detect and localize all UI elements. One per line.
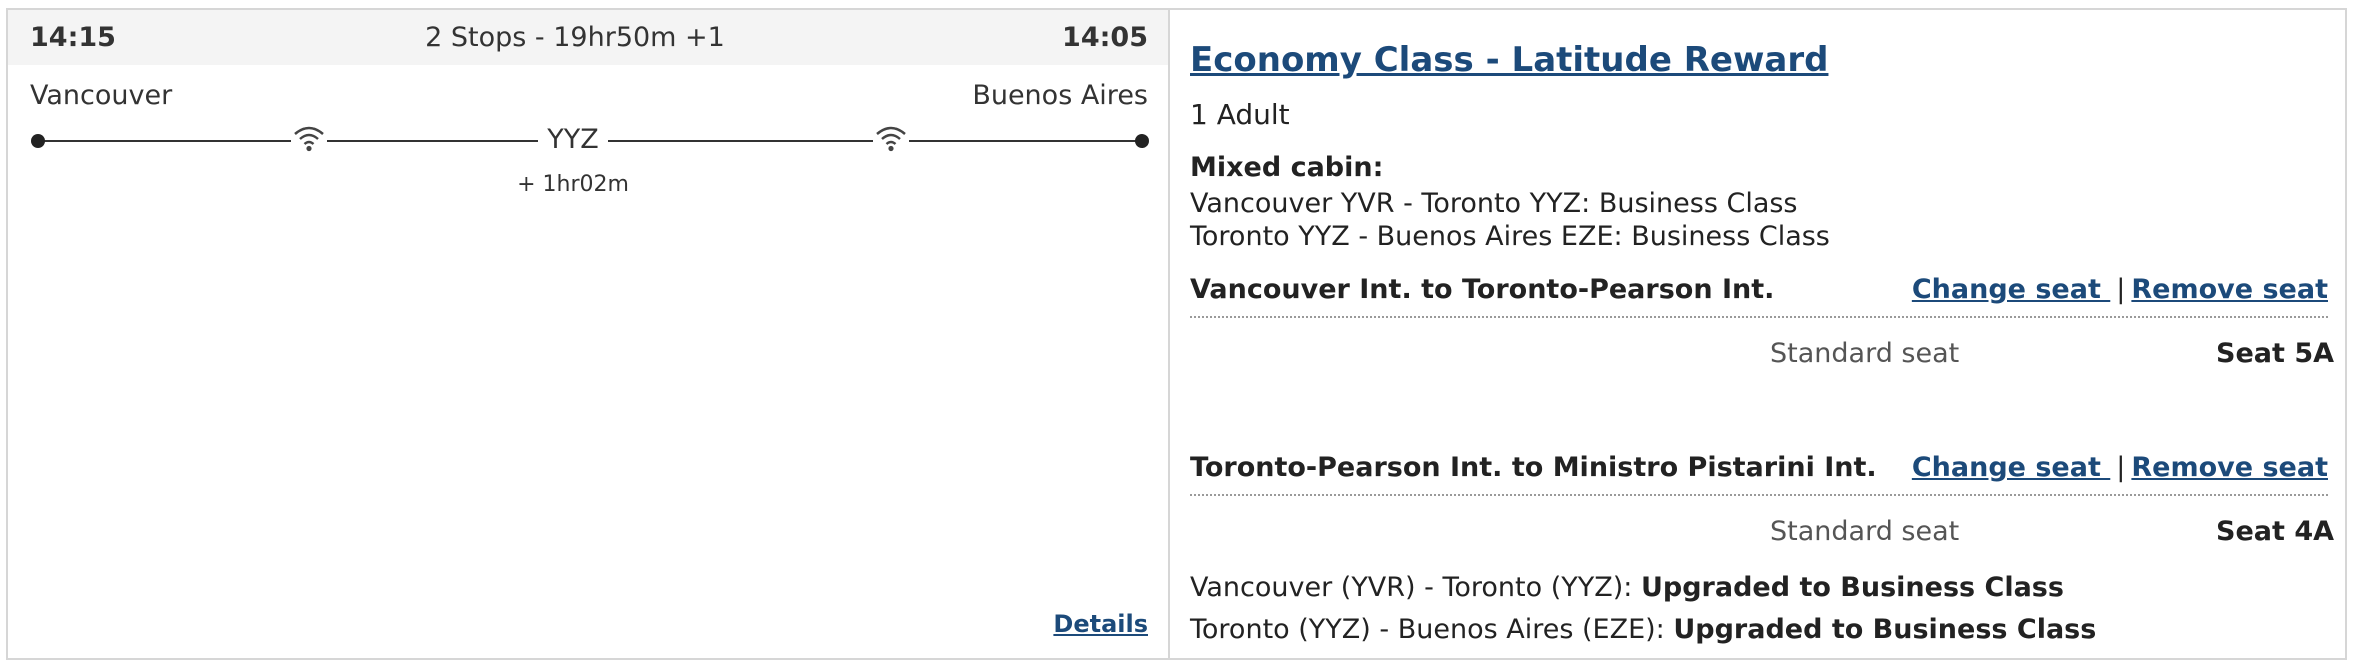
time-bar: 14:15 2 Stops - 19hr50m +1 14:05 [8, 10, 1168, 65]
layover-duration: + 1hr02m [517, 172, 629, 197]
itinerary-panel: 14:15 2 Stops - 19hr50m +1 14:05 Vancouv… [8, 10, 1168, 658]
action-separator: | [2116, 274, 2126, 305]
passenger-count: 1 Adult [1190, 98, 1290, 131]
wifi-icon [873, 123, 909, 153]
seat-type: Standard seat [1770, 338, 1960, 369]
upgrade-line: Vancouver (YVR) - Toronto (YYZ): Upgrade… [1190, 572, 2064, 603]
segment-header: Vancouver Int. to Toronto-Pearson Int. C… [1190, 274, 2328, 318]
upgrade-route: Vancouver (YVR) - Toronto (YYZ): [1190, 572, 1641, 603]
segment-title: Vancouver Int. to Toronto-Pearson Int. [1190, 274, 1775, 305]
seat-actions: Change seat | Remove seat [1912, 452, 2328, 483]
upgrade-status: Upgraded to Business Class [1640, 572, 2064, 603]
upgrade-route: Toronto (YYZ) - Buenos Aires (EZE): [1190, 614, 1674, 645]
upgrade-status: Upgraded to Business Class [1673, 614, 2097, 645]
segment-title: Toronto-Pearson Int. to Ministro Pistari… [1190, 452, 1877, 483]
stops-duration: 2 Stops - 19hr50m +1 [425, 22, 725, 53]
details-link[interactable]: Details [1053, 610, 1148, 638]
fare-class-link[interactable]: Economy Class - Latitude Reward [1190, 40, 1828, 80]
remove-seat-link[interactable]: Remove seat [2131, 452, 2328, 483]
remove-seat-link[interactable]: Remove seat [2131, 274, 2328, 305]
wifi-icon [291, 123, 327, 153]
destination-dot [1135, 134, 1149, 148]
arrival-time: 14:05 [1062, 22, 1148, 53]
flight-card: 14:15 2 Stops - 19hr50m +1 14:05 Vancouv… [6, 8, 2347, 660]
action-separator: | [2116, 452, 2126, 483]
cabin-line: Toronto YYZ - Buenos Aires EZE: Business… [1190, 221, 1830, 252]
stopover-code: YYZ [538, 124, 608, 155]
origin-city: Vancouver [30, 80, 173, 111]
upgrade-line: Toronto (YYZ) - Buenos Aires (EZE): Upgr… [1190, 614, 2096, 645]
destination-city: Buenos Aires [972, 80, 1148, 111]
seat-type: Standard seat [1770, 516, 1960, 547]
seat-assignment: Seat 5A [2216, 338, 2334, 369]
segment-header: Toronto-Pearson Int. to Ministro Pistari… [1190, 452, 2328, 496]
mixed-cabin-label: Mixed cabin: [1190, 152, 1384, 183]
change-seat-link[interactable]: Change seat [1912, 452, 2110, 483]
seat-assignment: Seat 4A [2216, 516, 2334, 547]
origin-dot [31, 134, 45, 148]
change-seat-link[interactable]: Change seat [1912, 274, 2110, 305]
seat-actions: Change seat | Remove seat [1912, 274, 2328, 305]
cabin-line: Vancouver YVR - Toronto YYZ: Business Cl… [1190, 188, 1798, 219]
fare-panel: Economy Class - Latitude Reward 1 Adult … [1170, 10, 2347, 658]
